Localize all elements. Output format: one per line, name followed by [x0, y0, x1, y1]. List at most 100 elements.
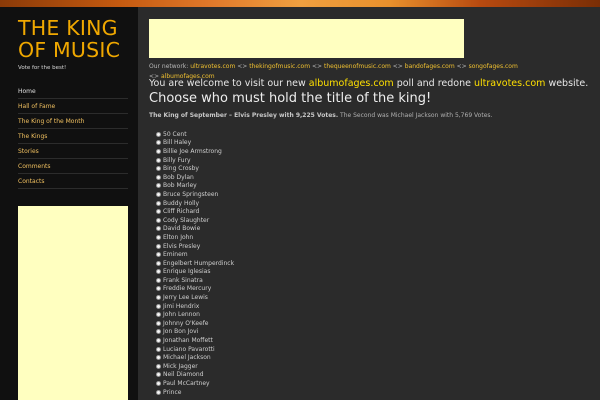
radio-button[interactable] — [156, 346, 161, 352]
nav-item-hall-of-fame[interactable]: Hall of Fame — [18, 99, 128, 114]
radio-button[interactable] — [156, 183, 161, 189]
poll-option-label: Michael Jackson — [163, 354, 211, 362]
radio-button[interactable] — [156, 389, 161, 395]
network-link-thequeenofmusic[interactable]: thequeenofmusic.com — [324, 63, 391, 70]
poll-option-label: Bob Marley — [163, 182, 197, 190]
radio-button[interactable] — [156, 269, 161, 275]
poll-option-label: Mick Jagger — [163, 362, 198, 370]
poll-option[interactable]: David Bowie — [156, 225, 356, 234]
poll-option[interactable]: Bruce Springsteen — [156, 190, 356, 199]
welcome-text-middle: poll and redone — [396, 78, 471, 89]
radio-button[interactable] — [156, 260, 161, 266]
radio-button[interactable] — [156, 372, 161, 378]
radio-button[interactable] — [156, 200, 161, 206]
poll-option[interactable]: Cody Slaughter — [156, 216, 356, 225]
poll-option-label: Paul McCartney — [163, 380, 210, 388]
nav-item-stories[interactable]: Stories — [18, 144, 128, 159]
radio-button[interactable] — [156, 312, 161, 318]
network-link-songofages[interactable]: songofages.com — [469, 63, 518, 70]
poll-option[interactable]: Engelbert Humperdinck — [156, 259, 356, 268]
radio-button[interactable] — [156, 131, 161, 137]
radio-button[interactable] — [156, 329, 161, 335]
radio-button[interactable] — [156, 303, 161, 309]
poll-option-label: Billy Fury — [163, 156, 191, 164]
poll-option-label: Frank Sinatra — [163, 276, 203, 284]
radio-button[interactable] — [156, 295, 161, 301]
poll-option-label: Eminem — [163, 251, 188, 259]
poll-option-label: Jonathan Moffett — [163, 337, 213, 345]
nav-item-contacts[interactable]: Contacts — [18, 174, 128, 189]
welcome-link-ultravotes[interactable]: ultravotes.com — [474, 78, 545, 89]
nav-item-the-kings[interactable]: The Kings — [18, 129, 128, 144]
poll-option[interactable]: Elvis Presley — [156, 242, 356, 251]
radio-button[interactable] — [156, 355, 161, 361]
poll-option[interactable]: Jonathan Moffett — [156, 336, 356, 345]
poll-option[interactable]: Johnny O'Keefe — [156, 319, 356, 328]
site-title[interactable]: THE KING OF MUSIC — [18, 17, 133, 61]
poll-option-label: Prince — [163, 388, 182, 396]
radio-button[interactable] — [156, 217, 161, 223]
radio-button[interactable] — [156, 148, 161, 154]
poll-option-label: Johnny O'Keefe — [163, 319, 209, 327]
poll-option[interactable]: Elton John — [156, 233, 356, 242]
radio-button[interactable] — [156, 243, 161, 249]
radio-button[interactable] — [156, 234, 161, 240]
radio-button[interactable] — [156, 277, 161, 283]
network-link-thekingofmusic[interactable]: thekingofmusic.com — [249, 63, 310, 70]
radio-button[interactable] — [156, 174, 161, 180]
poll-option[interactable]: Jerry Lee Lewis — [156, 293, 356, 302]
top-gradient-bar — [0, 0, 600, 7]
poll-option[interactable]: Luciano Pavarotti — [156, 345, 356, 354]
poll-option[interactable]: Bill Haley — [156, 139, 356, 148]
nav-item-king-of-the-month[interactable]: The King of the Month — [18, 114, 128, 129]
welcome-link-albumofages[interactable]: albumofages.com — [309, 78, 394, 89]
network-link-bandofages[interactable]: bandofages.com — [405, 63, 455, 70]
poll-option[interactable]: Bob Dylan — [156, 173, 356, 182]
poll-option[interactable]: John Lennon — [156, 310, 356, 319]
poll-option[interactable]: Eminem — [156, 250, 356, 259]
radio-button[interactable] — [156, 166, 161, 172]
top-ad-banner[interactable] — [149, 19, 464, 58]
poll-option-label: 50 Cent — [163, 130, 187, 138]
poll-option[interactable]: Billy Fury — [156, 156, 356, 165]
radio-button[interactable] — [156, 252, 161, 258]
poll-option[interactable]: Bing Crosby — [156, 164, 356, 173]
network-separator: <> — [392, 63, 403, 70]
poll-option[interactable]: Cliff Richard — [156, 207, 356, 216]
network-link-ultravotes[interactable]: ultravotes.com — [190, 63, 235, 70]
radio-button[interactable] — [156, 320, 161, 326]
poll-option-label: David Bowie — [163, 225, 201, 233]
welcome-message: You are welcome to visit our new albumof… — [149, 78, 588, 89]
poll-option-label: Neil Diamond — [163, 371, 204, 379]
poll-option[interactable]: Michael Jackson — [156, 353, 356, 362]
poll-option[interactable]: Freddie Mercury — [156, 285, 356, 294]
poll-option[interactable]: Mick Jagger — [156, 362, 356, 371]
poll-option[interactable]: Frank Sinatra — [156, 276, 356, 285]
poll-option[interactable]: Jon Bon Jovi — [156, 328, 356, 337]
poll-option-label: Bruce Springsteen — [163, 190, 219, 198]
radio-button[interactable] — [156, 191, 161, 197]
radio-button[interactable] — [156, 286, 161, 292]
radio-button[interactable] — [156, 157, 161, 163]
radio-button[interactable] — [156, 381, 161, 387]
poll-option[interactable]: Enrique Iglesias — [156, 268, 356, 277]
poll-option[interactable]: 50 Cent — [156, 130, 356, 139]
poll-option[interactable]: Buddy Holly — [156, 199, 356, 208]
radio-button[interactable] — [156, 209, 161, 215]
sidebar-ad-banner[interactable] — [18, 206, 128, 400]
poll-option[interactable]: Paul McCartney — [156, 379, 356, 388]
poll-option[interactable]: Prince — [156, 388, 356, 397]
radio-button[interactable] — [156, 338, 161, 344]
main-content: Our network: ultravotes.com <> thekingof… — [149, 7, 594, 400]
poll-option[interactable]: Neil Diamond — [156, 371, 356, 380]
page-headline: Choose who must hold the title of the ki… — [149, 91, 432, 106]
poll-option[interactable]: Jimi Hendrix — [156, 302, 356, 311]
radio-button[interactable] — [156, 226, 161, 232]
nav-item-home[interactable]: Home — [18, 84, 128, 99]
poll-options: 50 Cent Bill Haley Billie Joe Armstrong Bil… — [156, 130, 356, 396]
radio-button[interactable] — [156, 140, 161, 146]
poll-option[interactable]: Billie Joe Armstrong — [156, 147, 356, 156]
nav-item-comments[interactable]: Comments — [18, 159, 128, 174]
radio-button[interactable] — [156, 363, 161, 369]
poll-option[interactable]: Bob Marley — [156, 182, 356, 191]
